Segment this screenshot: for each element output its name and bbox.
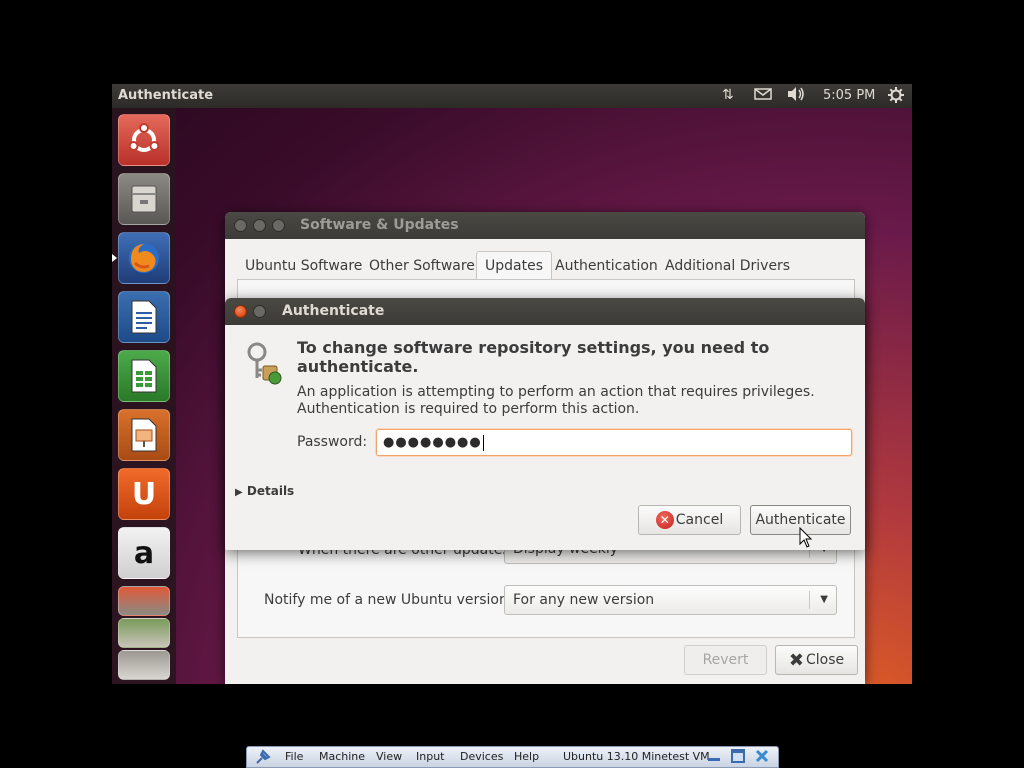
tab-additional-drivers[interactable]: Additional Drivers bbox=[657, 252, 798, 280]
impress-button[interactable] bbox=[118, 409, 170, 461]
dialog-title: Authenticate bbox=[282, 303, 385, 319]
dialog-message: An application is attempting to perform … bbox=[297, 384, 837, 418]
text-caret bbox=[482, 434, 484, 451]
top-panel: Authenticate ⇅ 5:05 PM bbox=[112, 84, 912, 108]
tab-ubuntu-software[interactable]: Ubuntu Software bbox=[237, 252, 370, 280]
authenticate-dialog: Authenticate To change software reposito… bbox=[225, 298, 865, 550]
desktop: Authenticate ⇅ 5:05 PM U a Software & Up… bbox=[112, 84, 912, 684]
window-title: Authenticate bbox=[118, 88, 214, 103]
firefox-button[interactable] bbox=[118, 232, 170, 284]
software-center-button[interactable]: U bbox=[118, 468, 170, 520]
menu-help[interactable]: Help bbox=[514, 750, 539, 763]
close-window-button[interactable] bbox=[234, 219, 247, 232]
menu-devices[interactable]: Devices bbox=[460, 750, 503, 763]
stacked-apps[interactable] bbox=[118, 586, 170, 616]
network-icon[interactable]: ⇅ bbox=[722, 87, 734, 103]
ubuntu-logo-icon bbox=[119, 115, 169, 165]
cancel-button-label: Cancel bbox=[675, 512, 724, 528]
maximize-window-button[interactable] bbox=[272, 219, 285, 232]
files-button[interactable] bbox=[118, 173, 170, 225]
minimize-vm-icon[interactable] bbox=[707, 749, 721, 766]
minimize-dialog-button[interactable] bbox=[253, 305, 266, 318]
password-value: ●●●●●●●● bbox=[383, 435, 482, 450]
message-line-1: An application is attempting to perform … bbox=[297, 384, 815, 400]
menu-machine[interactable]: Machine bbox=[319, 750, 365, 763]
minimize-window-button[interactable] bbox=[253, 219, 266, 232]
document-icon bbox=[119, 292, 169, 342]
launcher: U a bbox=[112, 108, 176, 684]
window-title: Software & Updates bbox=[300, 217, 459, 233]
tab-other-software[interactable]: Other Software bbox=[361, 252, 483, 280]
running-indicator bbox=[112, 254, 117, 262]
close-vm-icon[interactable] bbox=[755, 749, 769, 766]
cancel-icon: ✕ bbox=[655, 511, 674, 529]
menu-file[interactable]: File bbox=[285, 750, 303, 763]
vm-name: Ubuntu 13.10 Minetest VM bbox=[563, 750, 710, 763]
cancel-button[interactable]: ✕ Cancel bbox=[638, 505, 741, 535]
menu-view[interactable]: View bbox=[376, 750, 402, 763]
dash-home-button[interactable] bbox=[118, 114, 170, 166]
combo-separator bbox=[809, 591, 810, 609]
gear-icon[interactable] bbox=[887, 86, 905, 108]
chevron-down-icon: ▼ bbox=[820, 594, 828, 605]
stacked-apps-3[interactable] bbox=[118, 650, 170, 680]
notify-select[interactable]: For any new version ▼ bbox=[504, 585, 837, 615]
tab-authentication[interactable]: Authentication bbox=[547, 252, 666, 280]
dialog-heading: To change software repository settings, … bbox=[297, 338, 770, 376]
details-expander[interactable]: ▶ Details bbox=[235, 484, 294, 498]
firefox-icon bbox=[119, 233, 169, 283]
dialog-titlebar: Authenticate bbox=[225, 298, 865, 325]
password-label: Password: bbox=[297, 434, 368, 450]
writer-button[interactable] bbox=[118, 291, 170, 343]
revert-button[interactable]: Revert bbox=[684, 645, 767, 675]
spreadsheet-icon bbox=[119, 351, 169, 401]
triangle-right-icon: ▶ bbox=[235, 487, 243, 498]
presentation-icon bbox=[119, 410, 169, 460]
clock[interactable]: 5:05 PM bbox=[823, 88, 875, 103]
notify-label: Notify me of a new Ubuntu version: bbox=[264, 592, 513, 608]
tab-updates[interactable]: Updates bbox=[476, 251, 552, 280]
close-button-label: Close bbox=[805, 652, 845, 668]
mail-icon[interactable] bbox=[754, 86, 772, 106]
amazon-icon: a bbox=[133, 535, 155, 571]
notify-value: For any new version bbox=[513, 592, 655, 608]
window-titlebar: Software & Updates bbox=[225, 212, 865, 239]
menu-input[interactable]: Input bbox=[416, 750, 444, 763]
volume-icon[interactable] bbox=[786, 86, 806, 106]
virtualbox-menubar: File Machine View Input Devices Help Ubu… bbox=[246, 746, 779, 768]
password-field[interactable]: ●●●●●●●● bbox=[376, 429, 852, 456]
close-button[interactable]: ✖ Close bbox=[775, 645, 858, 675]
file-cabinet-icon bbox=[119, 174, 169, 224]
pin-icon[interactable] bbox=[253, 749, 271, 768]
close-dialog-button[interactable] bbox=[234, 305, 247, 318]
restore-vm-icon[interactable] bbox=[731, 749, 745, 766]
close-icon: ✖ bbox=[788, 649, 804, 671]
calc-button[interactable] bbox=[118, 350, 170, 402]
keys-icon bbox=[241, 340, 285, 388]
stacked-apps-2[interactable] bbox=[118, 618, 170, 648]
amazon-button[interactable]: a bbox=[118, 527, 170, 579]
message-line-2: Authentication is required to perform th… bbox=[297, 401, 640, 417]
details-label: Details bbox=[246, 484, 295, 498]
software-center-icon: U bbox=[131, 476, 157, 512]
